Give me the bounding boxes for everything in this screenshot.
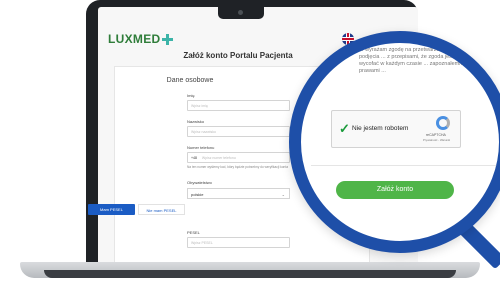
camera-notch xyxy=(218,7,264,19)
citizenship-value: polskie xyxy=(191,192,204,197)
consent-text: ... wyrażam zgodę na przetwarzanie moich… xyxy=(359,47,500,74)
last-name-placeholder: Wpisz nazwisko xyxy=(191,130,216,134)
create-account-button[interactable]: Załóż konto xyxy=(336,181,454,199)
first-name-label: Imię xyxy=(187,93,195,98)
citizenship-select[interactable]: polskie ⌄ xyxy=(187,188,290,199)
magnifier-lens: ... wyrażam zgodę na przetwarzanie moich… xyxy=(289,31,500,253)
pesel-placeholder: Wpisz PESEL xyxy=(191,241,213,245)
medical-cross-icon xyxy=(162,33,174,45)
divider xyxy=(311,165,499,166)
camera-icon xyxy=(238,10,243,15)
checkmark-icon[interactable]: ✓ xyxy=(339,121,350,137)
recaptcha-links[interactable]: Prywatność - Warunki xyxy=(423,138,450,142)
has-pesel-button[interactable]: Mam PESEL xyxy=(88,204,135,215)
recaptcha-logo-icon xyxy=(436,116,450,130)
phone-label: Numer telefonu xyxy=(187,145,215,150)
stage: LUXMED Załóż konto Portalu Pacjenta Dane… xyxy=(0,0,500,281)
section-title: Dane osobowe xyxy=(166,77,214,84)
first-name-input[interactable]: Wpisz imię xyxy=(187,100,290,111)
luxmed-logo[interactable]: LUXMED xyxy=(108,32,174,46)
phone-hint: Na ten numer wyślemy kod, który będzie p… xyxy=(187,165,288,169)
laptop-base-shadow xyxy=(44,270,456,278)
logo-text: LUXMED xyxy=(108,32,161,46)
pesel-label: PESEL xyxy=(187,230,200,235)
first-name-placeholder: Wpisz imię xyxy=(191,104,208,108)
recaptcha-brand: reCAPTCHA xyxy=(426,133,446,137)
no-pesel-button[interactable]: Nie mam PESEL xyxy=(138,204,185,215)
pesel-input[interactable]: Wpisz PESEL xyxy=(187,237,290,248)
recaptcha-widget[interactable]: ✓ Nie jestem robotem reCAPTCHA Prywatnoś… xyxy=(331,110,461,148)
recaptcha-label: Nie jestem robotem xyxy=(352,125,409,132)
phone-input[interactable]: +48 Wpisz numer telefonu xyxy=(187,152,290,163)
phone-prefix: +48 xyxy=(191,156,197,160)
citizenship-label: Obywatelstwo xyxy=(187,180,212,185)
phone-placeholder: Wpisz numer telefonu xyxy=(201,156,236,160)
chevron-down-icon: ⌄ xyxy=(281,192,285,197)
last-name-input[interactable]: Wpisz nazwisko xyxy=(187,126,290,137)
last-name-label: Nazwisko xyxy=(187,119,205,124)
